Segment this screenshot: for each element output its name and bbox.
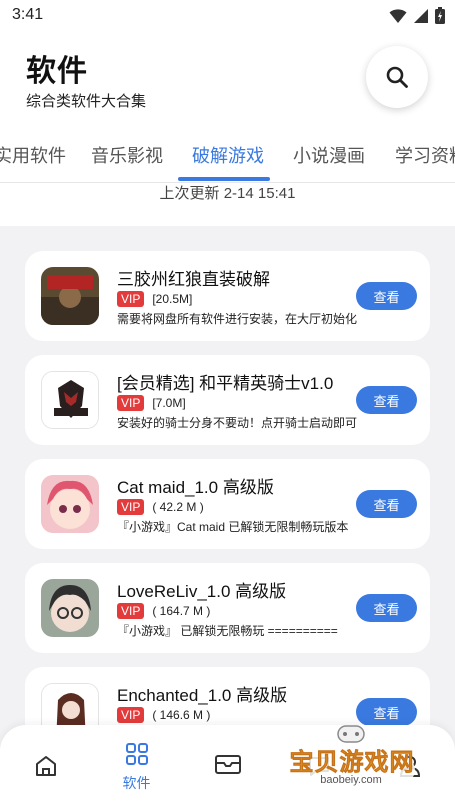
app-thumbnail bbox=[41, 371, 99, 429]
app-description: 『小游戏』Cat maid 已解锁无限制畅玩版本 bbox=[117, 520, 349, 534]
nav-software[interactable]: 软件 bbox=[91, 725, 182, 809]
active-tab-indicator bbox=[178, 177, 270, 181]
search-button[interactable] bbox=[366, 46, 428, 108]
watermark-logo-text: 宝贝游戏网 bbox=[289, 749, 415, 777]
app-thumbnail bbox=[41, 579, 99, 637]
list-item[interactable]: 三胶州红狼直装破解 VIP [20.5M] 需要将网盘所有软件进行安装，在大厅初… bbox=[25, 251, 430, 341]
app-meta: VIP ( 164.7 M ) bbox=[117, 603, 210, 619]
vip-badge: VIP bbox=[117, 603, 145, 619]
wifi-icon bbox=[389, 8, 407, 23]
page-subtitle: 综合类软件大合集 bbox=[26, 93, 147, 110]
app-description: 安装好的骑士分身不要动！点开骑士启动即可 bbox=[117, 416, 357, 430]
app-description: 『小游戏』 已解锁无限畅玩 ========== bbox=[117, 624, 338, 638]
app-title: [会员精选] 和平精英骑士v1.0 bbox=[117, 374, 334, 393]
list-item[interactable]: Cat maid_1.0 高级版 VIP ( 42.2 M ) 『小游戏』Cat… bbox=[25, 459, 430, 549]
watermark-url: baobeiy.com bbox=[320, 774, 382, 786]
app-thumbnail bbox=[41, 475, 99, 533]
app-title: Enchanted_1.0 高级版 bbox=[117, 686, 288, 705]
nav-mail[interactable] bbox=[182, 725, 273, 809]
app-title: Cat maid_1.0 高级版 bbox=[117, 478, 274, 497]
view-button[interactable]: 查看 bbox=[356, 594, 417, 622]
app-title: LoveReLiv_1.0 高级版 bbox=[117, 582, 287, 601]
app-meta: VIP ( 146.6 M ) bbox=[117, 707, 210, 723]
vip-badge: VIP bbox=[117, 291, 145, 307]
status-time: 3:41 bbox=[12, 6, 44, 23]
battery-icon bbox=[435, 7, 445, 24]
vip-badge: VIP bbox=[117, 707, 145, 723]
nav-software-label: 软件 bbox=[122, 775, 151, 791]
tab-cracked-games[interactable]: 破解游戏 bbox=[192, 142, 264, 168]
vip-badge: VIP bbox=[117, 395, 145, 411]
tab-music-video[interactable]: 音乐影视 bbox=[91, 142, 163, 168]
watermark: 宝贝游戏网 baobeiy.com bbox=[276, 720, 426, 804]
app-meta: VIP [20.5M] bbox=[117, 291, 192, 307]
app-size: [20.5M] bbox=[152, 292, 193, 306]
top-section: 3:41 软件 综合类软件大合集 实用软件 音乐影视 破解游戏 小说漫画 学习资… bbox=[0, 0, 455, 226]
view-button[interactable]: 查看 bbox=[356, 282, 417, 310]
app-meta: VIP [7.0M] bbox=[117, 395, 186, 411]
signal-icon bbox=[414, 8, 428, 23]
page-title: 软件 bbox=[26, 55, 88, 88]
app-size: ( 42.2 M ) bbox=[152, 500, 204, 514]
home-icon bbox=[35, 756, 56, 776]
status-bar: 3:41 bbox=[0, 0, 455, 30]
nav-home[interactable] bbox=[0, 725, 91, 809]
tab-study-materials[interactable]: 学习资料 bbox=[395, 142, 455, 168]
app-description: 需要将网盘所有软件进行安装，在大厅初始化 bbox=[117, 312, 357, 326]
app-size: ( 146.6 M ) bbox=[152, 708, 211, 722]
list-item[interactable]: [会员精选] 和平精英骑士v1.0 VIP [7.0M] 安装好的骑士分身不要动… bbox=[25, 355, 430, 445]
tab-novel-comics[interactable]: 小说漫画 bbox=[293, 142, 365, 168]
status-icons bbox=[389, 7, 445, 24]
mail-icon bbox=[214, 755, 241, 774]
grid-icon bbox=[125, 743, 148, 765]
tab-practical-software[interactable]: 实用软件 bbox=[0, 142, 66, 168]
app-title: 三胶州红狼直装破解 bbox=[117, 270, 270, 289]
view-button[interactable]: 查看 bbox=[356, 386, 417, 414]
last-updated-text: 上次更新 2-14 15:41 bbox=[159, 185, 296, 202]
vip-badge: VIP bbox=[117, 499, 145, 515]
app-size: [7.0M] bbox=[152, 396, 186, 410]
list-item[interactable]: LoveReLiv_1.0 高级版 VIP ( 164.7 M ) 『小游戏』 … bbox=[25, 563, 430, 653]
app-thumbnail bbox=[41, 267, 99, 325]
category-tabs: 实用软件 音乐影视 破解游戏 小说漫画 学习资料 bbox=[0, 130, 455, 182]
app-size: ( 164.7 M ) bbox=[152, 604, 211, 618]
view-button[interactable]: 查看 bbox=[356, 490, 417, 518]
app-meta: VIP ( 42.2 M ) bbox=[117, 499, 204, 515]
search-icon bbox=[386, 66, 408, 88]
